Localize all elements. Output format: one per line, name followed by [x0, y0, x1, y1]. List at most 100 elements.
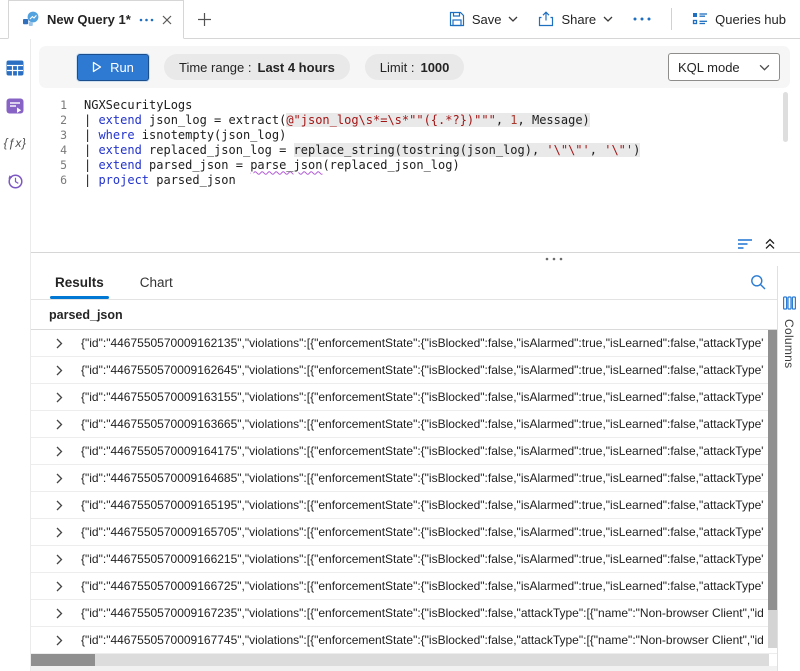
tab-new-query[interactable]: New Query 1*	[8, 0, 184, 39]
play-icon	[92, 61, 102, 73]
horizontal-scrollbar[interactable]	[31, 654, 769, 666]
app-icon	[22, 11, 39, 28]
expand-row-icon[interactable]	[56, 500, 63, 511]
columns-side-panel[interactable]: Columns	[777, 266, 800, 671]
row-text: {"id":"4467550570009167745","violations"…	[81, 633, 764, 647]
code-line[interactable]: 3| where isnotempty(json_log)	[39, 127, 790, 142]
table-row[interactable]: {"id":"4467550570009162645","violations"…	[31, 357, 800, 384]
expand-row-icon[interactable]	[56, 365, 63, 376]
saved-queries-icon[interactable]	[6, 98, 24, 114]
left-rail: {ƒx}	[0, 39, 31, 671]
time-range-label: Time range :	[179, 60, 252, 75]
table-row[interactable]: {"id":"4467550570009163665","violations"…	[31, 411, 800, 438]
row-text: {"id":"4467550570009166215","violations"…	[81, 552, 764, 566]
code-line[interactable]: 5| extend parsed_json = parse_json(repla…	[39, 157, 790, 172]
code-line[interactable]: 1NGXSecurityLogs	[39, 97, 790, 112]
close-icon[interactable]	[162, 15, 172, 25]
expand-row-icon[interactable]	[56, 581, 63, 592]
code-lines: 1NGXSecurityLogs2| extend json_log = ext…	[39, 97, 790, 187]
table-row[interactable]: {"id":"4467550570009164685","violations"…	[31, 465, 800, 492]
expand-row-icon[interactable]	[56, 473, 63, 484]
mode-value: KQL mode	[678, 60, 740, 75]
panel-splitter[interactable]	[31, 252, 800, 266]
chevron-down-icon	[603, 16, 613, 22]
row-text: {"id":"4467550570009167235","violations"…	[81, 606, 764, 620]
row-text: {"id":"4467550570009165705","violations"…	[81, 525, 764, 539]
expand-row-icon[interactable]	[56, 338, 63, 349]
expand-row-icon[interactable]	[56, 554, 63, 565]
query-toolbar: Run Time range : Last 4 hours Limit : 10…	[39, 46, 790, 88]
editor-controls	[738, 238, 776, 250]
plus-icon	[198, 13, 211, 26]
connections-table-icon[interactable]	[6, 60, 24, 76]
columns-panel-label: Columns	[782, 319, 796, 368]
table-row[interactable]: {"id":"4467550570009167745","violations"…	[31, 627, 800, 654]
row-text: {"id":"4467550570009163155","violations"…	[81, 390, 764, 404]
time-range-picker[interactable]: Time range : Last 4 hours	[164, 54, 350, 80]
expand-row-icon[interactable]	[56, 608, 63, 619]
queries-hub-label: Queries hub	[715, 12, 786, 27]
expand-row-icon[interactable]	[56, 419, 63, 430]
run-label: Run	[110, 60, 134, 75]
row-text: {"id":"4467550570009162135","violations"…	[81, 336, 764, 350]
results-panel: Results Chart parsed_json {"id":"4467550…	[31, 266, 800, 671]
tab-chart[interactable]: Chart	[138, 275, 175, 299]
expand-row-icon[interactable]	[56, 392, 63, 403]
tab-bar: New Query 1* Save Share	[0, 0, 800, 39]
expand-row-icon[interactable]	[56, 446, 63, 457]
more-actions-button[interactable]	[633, 17, 651, 21]
collapse-editor-icon[interactable]	[764, 238, 776, 250]
table-row[interactable]: {"id":"4467550570009163155","violations"…	[31, 384, 800, 411]
format-lines-icon[interactable]	[738, 239, 753, 250]
table-row[interactable]: {"id":"4467550570009165195","violations"…	[31, 492, 800, 519]
expand-row-icon[interactable]	[56, 527, 63, 538]
save-button[interactable]: Save	[449, 11, 519, 27]
code-line[interactable]: 4| extend replaced_json_log = replace_st…	[39, 142, 790, 157]
chevron-down-icon	[759, 64, 770, 71]
code-line[interactable]: 2| extend json_log = extract(@"json_log\…	[39, 112, 790, 127]
code-line[interactable]: 6| project parsed_json	[39, 172, 790, 187]
table-row[interactable]: {"id":"4467550570009164175","violations"…	[31, 438, 800, 465]
table-row[interactable]: {"id":"4467550570009165705","violations"…	[31, 519, 800, 546]
topbar-actions: Save Share Queries hub	[449, 0, 800, 38]
row-text: {"id":"4467550570009166725","violations"…	[81, 579, 764, 593]
row-text: {"id":"4467550570009164685","violations"…	[81, 471, 764, 485]
horizontal-scrollbar-thumb[interactable]	[31, 654, 95, 666]
share-button[interactable]: Share	[538, 11, 613, 27]
splitter-handle-icon[interactable]	[545, 257, 563, 261]
chevron-down-icon	[508, 16, 518, 22]
row-text: {"id":"4467550570009165195","violations"…	[81, 498, 764, 512]
row-text: {"id":"4467550570009163665","violations"…	[81, 417, 764, 431]
limit-label: Limit :	[380, 60, 415, 75]
results-tabs: Results Chart	[31, 266, 800, 300]
history-icon[interactable]	[6, 172, 24, 190]
editor-scrollbar[interactable]	[783, 92, 788, 142]
limit-value: 1000	[420, 60, 449, 75]
queries-hub-button[interactable]: Queries hub	[692, 12, 786, 27]
new-tab-button[interactable]	[184, 0, 225, 38]
more-icon	[633, 17, 651, 21]
mode-dropdown[interactable]: KQL mode	[668, 53, 780, 81]
tab-more-icon[interactable]	[139, 18, 154, 22]
limit-picker[interactable]: Limit : 1000	[365, 54, 465, 80]
search-icon[interactable]	[750, 274, 766, 290]
tab-results[interactable]: Results	[53, 275, 106, 299]
main-area: Run Time range : Last 4 hours Limit : 10…	[31, 39, 800, 671]
row-text: {"id":"4467550570009162645","violations"…	[81, 363, 764, 377]
save-label: Save	[472, 12, 502, 27]
table-row[interactable]: {"id":"4467550570009162135","violations"…	[31, 330, 800, 357]
columns-icon	[783, 296, 796, 310]
functions-icon[interactable]: {ƒx}	[4, 136, 27, 150]
table-row[interactable]: {"id":"4467550570009166215","violations"…	[31, 546, 800, 573]
queries-hub-icon	[692, 12, 708, 26]
bottom-strip	[31, 666, 777, 671]
table-row[interactable]: {"id":"4467550570009167235","violations"…	[31, 600, 800, 627]
row-text: {"id":"4467550570009164175","violations"…	[81, 444, 764, 458]
expand-row-icon[interactable]	[56, 635, 63, 646]
query-editor[interactable]: 1NGXSecurityLogs2| extend json_log = ext…	[39, 88, 790, 252]
save-icon	[449, 11, 465, 27]
run-button[interactable]: Run	[77, 54, 149, 81]
table-row[interactable]: {"id":"4467550570009166725","violations"…	[31, 573, 800, 600]
column-header-parsed-json[interactable]: parsed_json	[31, 300, 777, 330]
time-range-value: Last 4 hours	[258, 60, 335, 75]
